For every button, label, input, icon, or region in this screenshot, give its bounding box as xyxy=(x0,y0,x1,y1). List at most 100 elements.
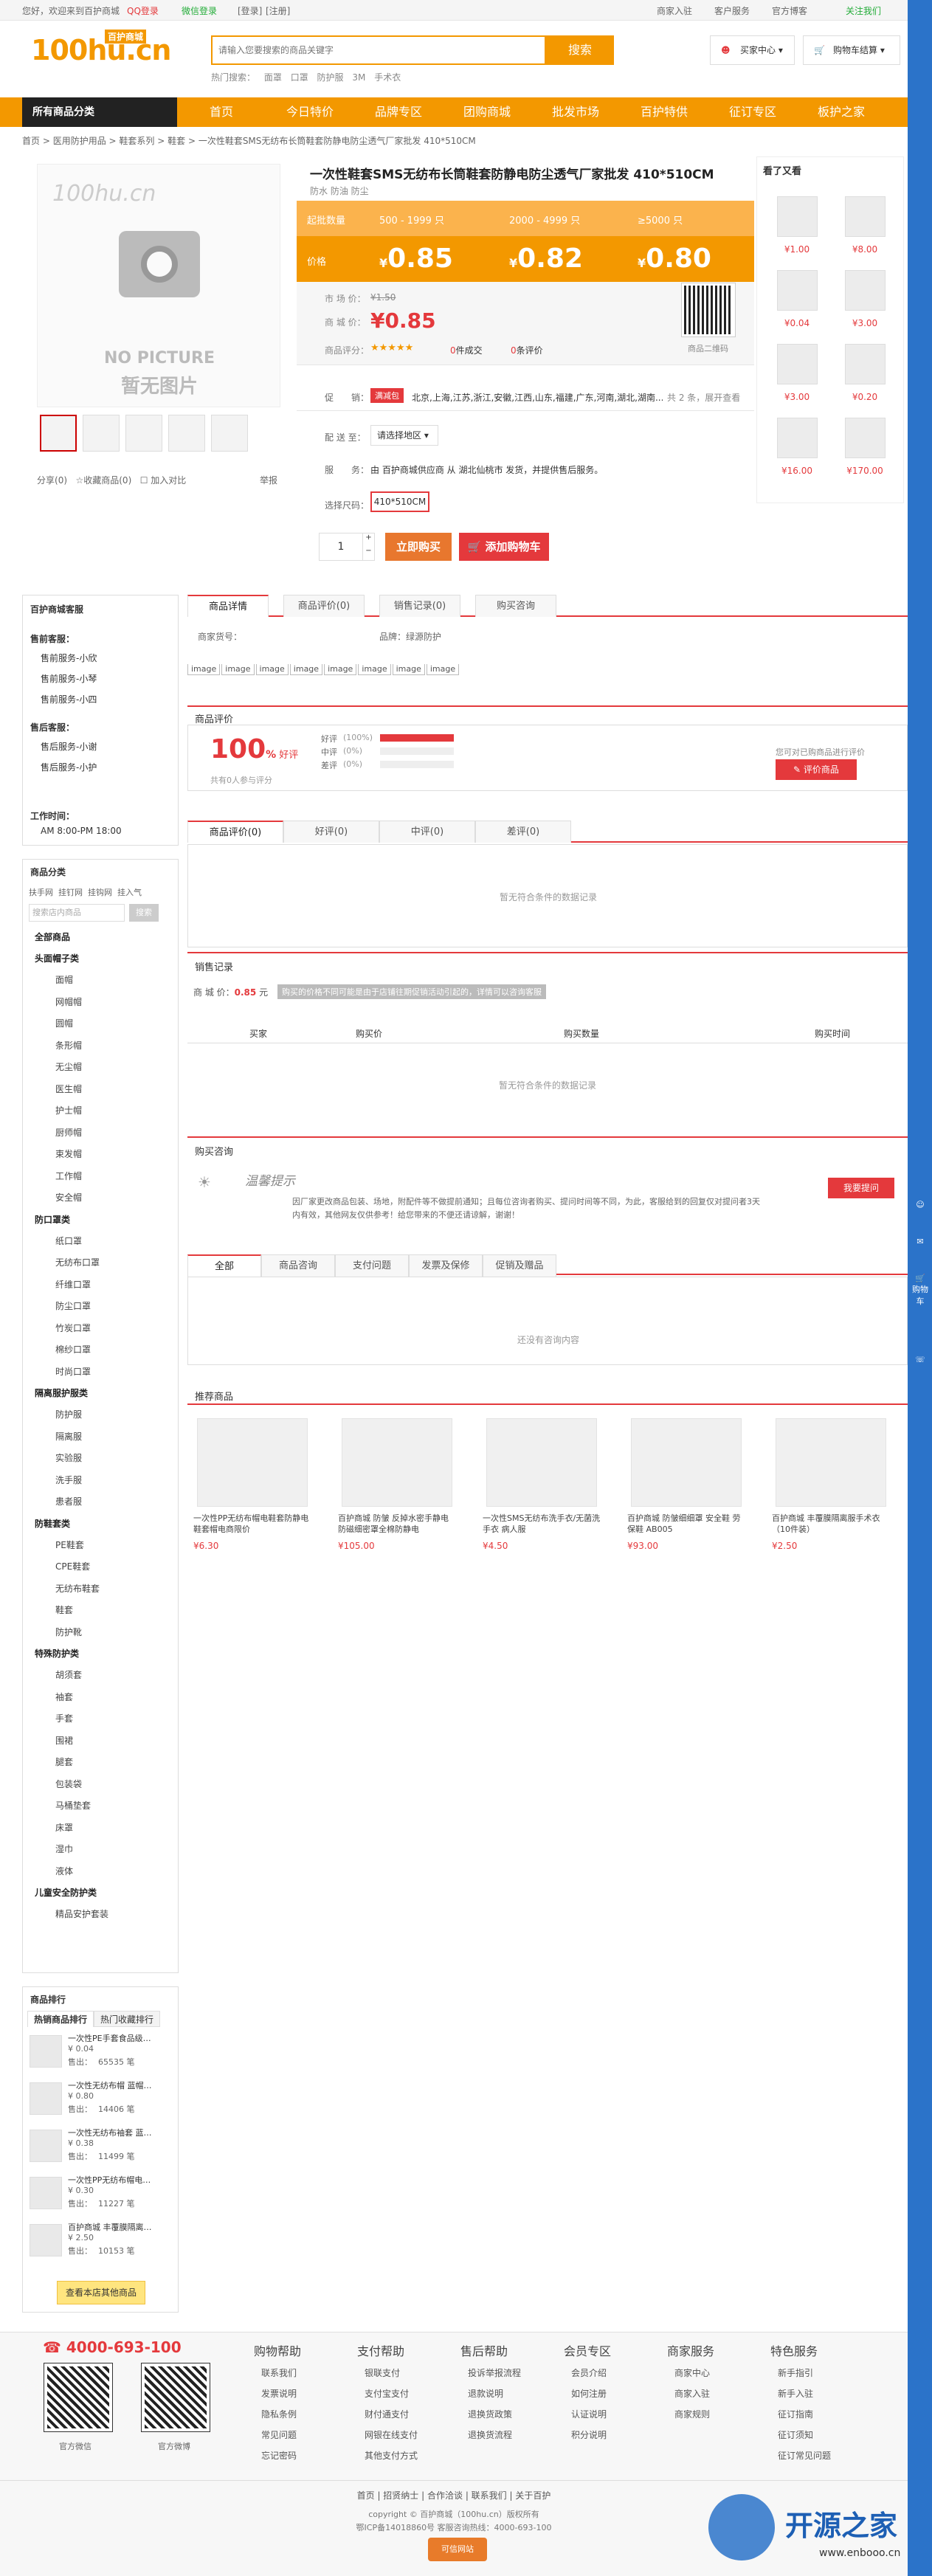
review-tab-mid[interactable]: 中评(0) xyxy=(379,821,475,843)
recommend-item[interactable]: 百护商城 丰覆膜隔离服手术衣（10件装） ¥2.50 xyxy=(772,1418,890,1573)
ship-region-select[interactable]: 请选择地区 ▾ xyxy=(370,425,438,446)
thumbnail[interactable] xyxy=(211,415,248,452)
footer-column-link[interactable]: 投诉举报流程 xyxy=(468,2366,521,2379)
service-headset-icon[interactable]: ☏ xyxy=(909,1355,931,1364)
breadcrumb-item[interactable]: 鞋套 xyxy=(168,136,185,146)
category-item[interactable]: 液体 xyxy=(55,1865,73,1877)
cart-button[interactable]: 🛒 购物车结算 ▾ xyxy=(803,35,900,65)
category-item[interactable]: 医生帽 xyxy=(55,1082,82,1095)
footer-column-link[interactable]: 财付通支付 xyxy=(365,2408,409,2420)
footer-link[interactable]: 招贤纳士 xyxy=(383,2490,418,2501)
category-item[interactable]: 袖套 xyxy=(55,1691,73,1703)
recommend-item[interactable]: 一次性SMS无纺布洗手衣/无菌洗手衣 病人服 ¥4.50 xyxy=(483,1418,601,1573)
category-item[interactable]: 网帽帽 xyxy=(55,995,82,1008)
footer-column-link[interactable]: 退款说明 xyxy=(468,2387,503,2400)
service-link[interactable]: 客户服务 xyxy=(714,4,750,17)
tab-sales[interactable]: 销售记录(0) xyxy=(379,595,460,617)
footer-link[interactable]: 联系我们 xyxy=(472,2490,507,2501)
footer-column-link[interactable]: 退换货政策 xyxy=(468,2408,512,2420)
service-agent[interactable]: 售后服务-小护 xyxy=(41,761,97,773)
viewed-item[interactable]: ¥170.00 xyxy=(839,418,891,484)
category-item[interactable]: 鞋套 xyxy=(55,1603,73,1616)
site-logo[interactable]: 100hu.cn 百护商城 xyxy=(31,30,171,66)
ranking-item[interactable]: 一次性无纺布袖套 蓝… ¥ 0.38 售出： 11499 笔 xyxy=(30,2127,170,2168)
category-item[interactable]: 胡须套 xyxy=(55,1668,82,1681)
hot-word[interactable]: 面罩 xyxy=(264,72,282,83)
category-item[interactable]: 条形帽 xyxy=(55,1039,82,1052)
footer-link[interactable]: 合作洽谈 xyxy=(427,2490,463,2501)
category-tab[interactable]: 挂入气 xyxy=(117,888,142,897)
category-item[interactable]: 腿套 xyxy=(55,1755,73,1768)
size-option-selected[interactable]: 410*510CM xyxy=(370,491,429,512)
category-item[interactable]: 安全帽 xyxy=(55,1191,82,1204)
category-item[interactable]: 床罩 xyxy=(55,1821,73,1834)
category-item[interactable]: 时尚口罩 xyxy=(55,1365,91,1378)
service-agent[interactable]: 售前服务-小琴 xyxy=(41,672,97,685)
thumbnail[interactable] xyxy=(83,415,120,452)
quantity-stepper[interactable]: 1 + − xyxy=(319,533,375,561)
footer-column-link[interactable]: 银联支付 xyxy=(365,2366,400,2379)
category-item[interactable]: 厨师帽 xyxy=(55,1126,82,1139)
breadcrumb-item[interactable]: 医用防护用品 xyxy=(53,136,106,146)
category-item[interactable]: 面帽 xyxy=(55,973,73,986)
hot-word[interactable]: 3M xyxy=(352,72,365,83)
footer-column-link[interactable]: 征订须知 xyxy=(778,2428,813,2441)
footer-column-link[interactable]: 隐私条例 xyxy=(261,2408,297,2420)
footer-column-link[interactable]: 忘记密码 xyxy=(261,2449,297,2462)
category-item[interactable]: 湿巾 xyxy=(55,1843,73,1855)
category-group[interactable]: 防口罩类 xyxy=(35,1213,70,1226)
category-item[interactable]: 包装袋 xyxy=(55,1778,82,1790)
footer-column-link[interactable]: 商家中心 xyxy=(674,2366,710,2379)
consult-tab[interactable]: 全部 xyxy=(187,1254,261,1277)
share-link[interactable]: 分享(0) xyxy=(37,475,67,486)
trusted-site-badge[interactable]: 可信网站 xyxy=(428,2538,487,2561)
recommend-item[interactable]: 百护商城 防皱 反掉水密手静电 防磁细密罩全棉防静电 ¥105.00 xyxy=(338,1418,456,1573)
follow-link[interactable]: 关注我们 xyxy=(846,4,881,17)
compare-checkbox[interactable]: ☐ 加入对比 xyxy=(140,475,187,486)
category-item[interactable]: PE鞋套 xyxy=(55,1539,84,1551)
avatar[interactable]: ☺ xyxy=(909,1200,931,1209)
ranking-item[interactable]: 一次性无纺布帽 蓝帽… ¥ 0.80 售出： 14406 笔 xyxy=(30,2079,170,2121)
footer-column-link[interactable]: 积分说明 xyxy=(571,2428,607,2441)
footer-column-link[interactable]: 认证说明 xyxy=(571,2408,607,2420)
footer-column-link[interactable]: 联系我们 xyxy=(261,2366,297,2379)
tab-reviews[interactable]: 商品评价(0) xyxy=(283,595,365,617)
chat-icon[interactable]: ✉ xyxy=(909,1237,931,1246)
nav-item-wholesale[interactable]: 批发市场 xyxy=(531,97,620,127)
footer-column-link[interactable]: 新手指引 xyxy=(778,2366,813,2379)
shop-search-button[interactable]: 搜索 xyxy=(129,904,159,922)
category-tab[interactable]: 扶手网 xyxy=(29,888,53,897)
write-review-button[interactable]: ✎ 评价商品 xyxy=(776,759,857,780)
ranking-item[interactable]: 一次性PP无纺布帽电… ¥ 0.30 售出： 11227 笔 xyxy=(30,2174,170,2215)
all-categories-button[interactable]: 所有商品分类 xyxy=(22,97,177,127)
footer-column-link[interactable]: 新手入驻 xyxy=(778,2387,813,2400)
footer-link[interactable]: 关于百护 xyxy=(515,2490,550,2501)
ranking-item[interactable]: 一次性PE手套食品级… ¥ 0.04 售出： 65535 笔 xyxy=(30,2032,170,2073)
footer-column-link[interactable]: 征订常见问题 xyxy=(778,2449,831,2462)
category-tab[interactable]: 挂钩网 xyxy=(88,888,112,897)
official-link[interactable]: 官方博客 xyxy=(772,4,807,17)
qq-login-link[interactable]: QQ登录 xyxy=(127,4,159,17)
buyer-center-button[interactable]: ☻ 买家中心 ▾ xyxy=(710,35,795,65)
category-item[interactable]: 患者服 xyxy=(55,1495,82,1508)
login-link[interactable]: [登录] xyxy=(238,4,262,17)
viewed-item[interactable]: ¥8.00 xyxy=(839,196,891,263)
category-item[interactable]: 无纺布口罩 xyxy=(55,1256,100,1268)
footer-column-link[interactable]: 商家入驻 xyxy=(674,2387,710,2400)
wechat-login-link[interactable]: 微信登录 xyxy=(182,4,217,17)
category-item[interactable]: 隔离服 xyxy=(55,1430,82,1443)
hot-word[interactable]: 手术衣 xyxy=(374,72,401,83)
category-item[interactable]: 纸口罩 xyxy=(55,1235,82,1247)
ask-question-button[interactable]: 我要提问 xyxy=(828,1178,894,1198)
footer-link[interactable]: 首页 xyxy=(357,2490,375,2501)
category-tab[interactable]: 挂钉网 xyxy=(58,888,83,897)
footer-column-link[interactable]: 网银在线支付 xyxy=(365,2428,418,2441)
viewed-item[interactable]: ¥3.00 xyxy=(771,344,823,410)
consult-tab[interactable]: 支付问题 xyxy=(335,1254,409,1277)
quantity-input[interactable]: 1 xyxy=(320,533,362,560)
nav-item-brands[interactable]: 品牌专区 xyxy=(354,97,443,127)
category-item[interactable]: 洗手服 xyxy=(55,1474,82,1486)
reviews-count[interactable]: 0条评价 xyxy=(511,344,543,356)
category-item[interactable]: 工作帽 xyxy=(55,1170,82,1182)
category-item[interactable]: CPE鞋套 xyxy=(55,1560,90,1572)
